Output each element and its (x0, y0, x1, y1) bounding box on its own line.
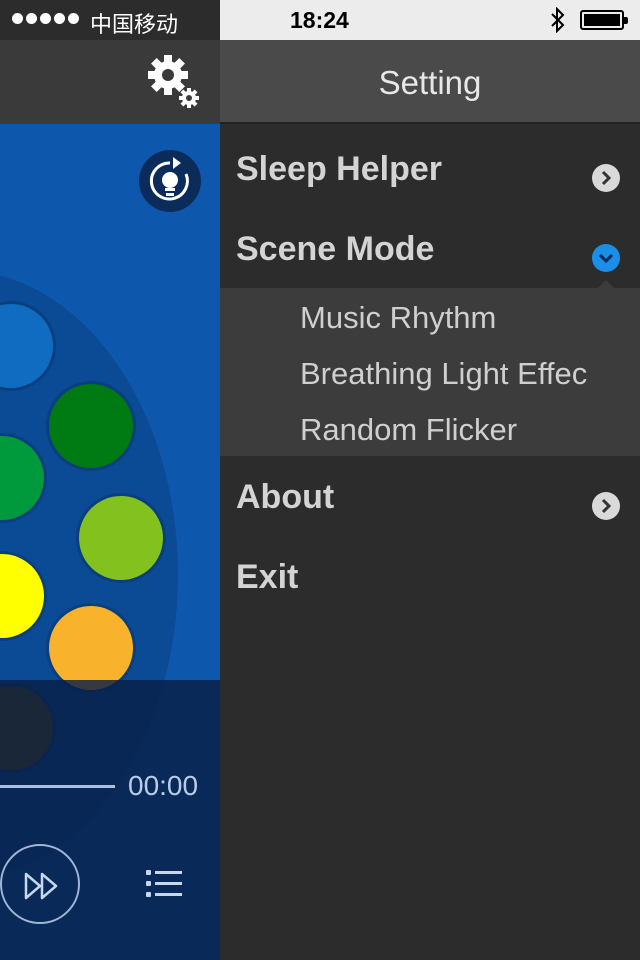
carrier-name: 中国移动 (90, 12, 179, 37)
bluetooth-icon (551, 7, 565, 33)
fast-forward-button[interactable] (0, 844, 80, 924)
color-circle[interactable] (79, 496, 163, 580)
menu-item-label: Sleep Helper (236, 150, 442, 188)
scene-item-random-flicker[interactable]: Random Flicker (300, 404, 630, 460)
bulb-refresh-button[interactable] (139, 150, 201, 212)
main-top-bar (0, 40, 220, 124)
scene-item-label: Breathing Light Effec (300, 356, 588, 391)
menu-item-label: Exit (236, 558, 299, 596)
menu-item-label: About (236, 478, 335, 516)
chevron-right-icon (592, 164, 620, 192)
menu-item-about[interactable]: About (220, 462, 640, 534)
battery-icon (580, 10, 628, 30)
color-circle[interactable] (49, 606, 133, 690)
main-panel: 00:00 (0, 40, 220, 960)
scene-item-label: Music Rhythm (300, 300, 497, 335)
status-time: 18:24 (290, 7, 349, 33)
settings-title: Setting (378, 64, 482, 101)
status-bar-right: 18:24 (220, 0, 640, 40)
menu-item-sleep-helper[interactable]: Sleep Helper (220, 134, 640, 206)
signal-strength-icon (12, 13, 79, 24)
player-controls: 00:00 (0, 680, 220, 960)
gear-icon[interactable] (148, 54, 202, 110)
menu-item-scene-mode[interactable]: Scene Mode (220, 214, 640, 286)
fast-forward-icon (24, 872, 58, 900)
scene-item-breathing-light[interactable]: Breathing Light Effec (300, 348, 630, 404)
scene-item-label: Random Flicker (300, 412, 518, 447)
chevron-right-icon (592, 492, 620, 520)
chevron-down-icon (592, 244, 620, 272)
menu-item-exit[interactable]: Exit (220, 542, 640, 614)
settings-drawer: Setting Sleep Helper Scene Mode Music Rh… (220, 40, 640, 960)
color-circle[interactable] (49, 384, 133, 468)
progress-bar[interactable] (0, 785, 115, 788)
settings-header: Setting (220, 40, 640, 124)
bulb-refresh-icon (149, 157, 189, 201)
scene-mode-submenu: Music Rhythm Breathing Light Effec Rando… (220, 288, 640, 456)
elapsed-time: 00:00 (128, 770, 199, 801)
scene-item-music-rhythm[interactable]: Music Rhythm (300, 292, 630, 348)
menu-item-label: Scene Mode (236, 230, 435, 268)
status-bar-left: 中国移动 (0, 0, 220, 40)
list-icon[interactable] (144, 866, 184, 902)
